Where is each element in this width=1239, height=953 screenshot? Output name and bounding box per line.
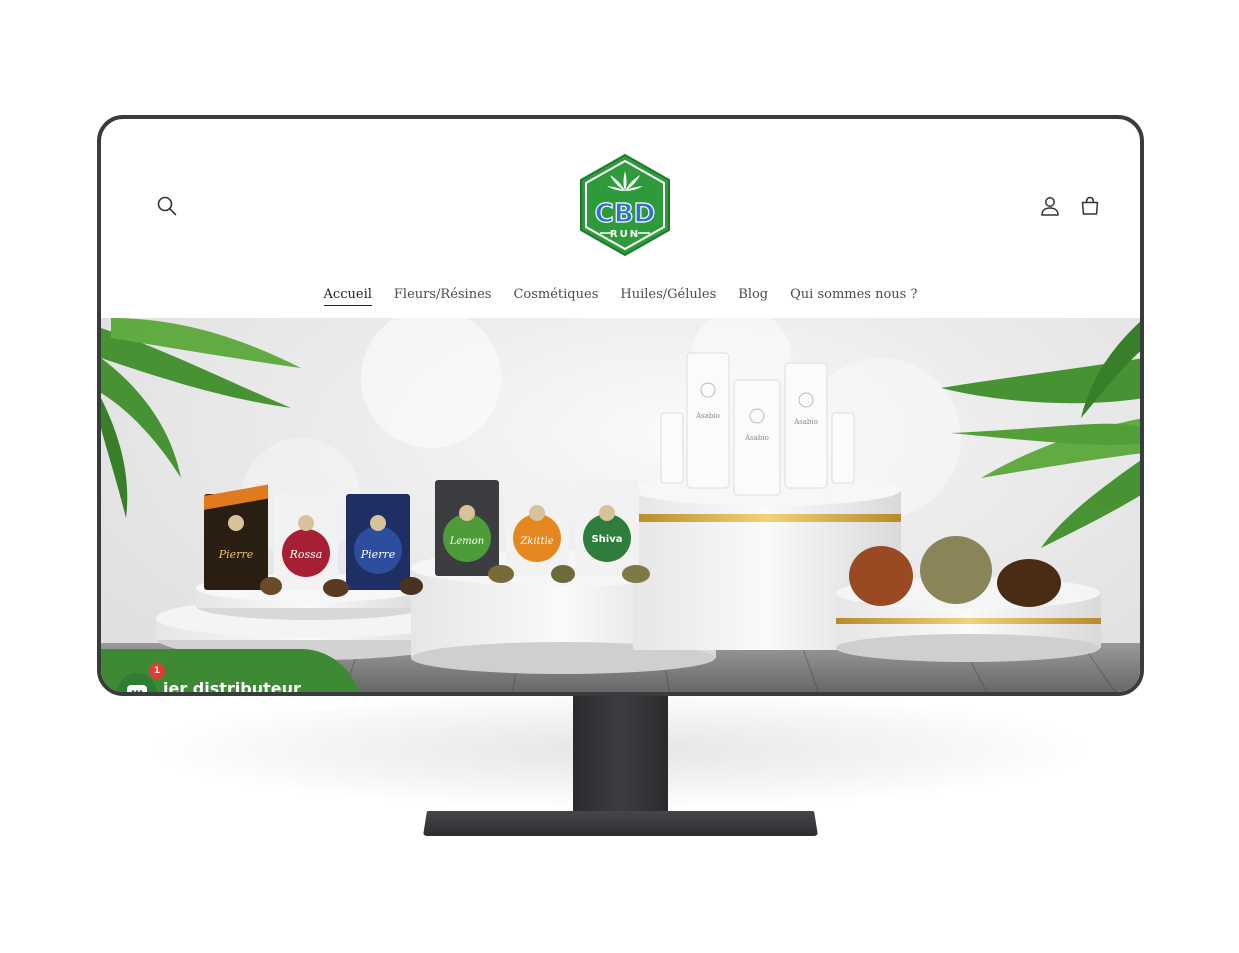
nav-item-huiles-gelules[interactable]: Huiles/Gélules	[620, 287, 716, 306]
bag-label: Rossa	[289, 548, 323, 561]
logo-main-text: CBD	[595, 199, 655, 229]
nav-item-blog[interactable]: Blog	[738, 287, 768, 306]
bag-label: Shiva	[591, 534, 622, 545]
promo-text: ier distributeur	[163, 679, 301, 696]
search-icon[interactable]	[156, 195, 178, 217]
product-bag[interactable]: Pierre	[204, 484, 268, 590]
product-bag[interactable]: Pierre	[346, 494, 410, 590]
site-header: CBD RUN Accueil Fleurs/Résines Cosmétiqu…	[101, 119, 1140, 319]
bag-label: Zkittle	[519, 536, 553, 547]
cannabis-leaf-right	[941, 321, 1140, 548]
monitor-screen: CBD RUN Accueil Fleurs/Résines Cosmétiqu…	[97, 115, 1144, 696]
product-bag[interactable]: Zkittle	[505, 480, 569, 576]
cbd-run-logo[interactable]: CBD RUN	[578, 153, 672, 257]
hero-illustration: Pierre Rossa Pierre Lemon Zkittle Shiva …	[101, 318, 1140, 692]
nav-item-accueil[interactable]: Accueil	[323, 287, 372, 306]
chat-icon	[127, 685, 147, 692]
cart-icon[interactable]	[1079, 195, 1101, 217]
product-bag[interactable]: Rossa	[274, 494, 338, 590]
tube-label: Asabio	[793, 418, 818, 426]
bag-label: Pierre	[218, 548, 254, 561]
notification-badge: 1	[149, 663, 165, 679]
main-nav: Accueil Fleurs/Résines Cosmétiques Huile…	[101, 287, 1140, 306]
bag-label: Lemon	[449, 536, 485, 547]
product-bag[interactable]: Lemon	[435, 480, 499, 576]
product-bag[interactable]: Shiva	[575, 480, 639, 576]
bag-label: Pierre	[360, 548, 396, 561]
monitor-stand-neck	[573, 696, 668, 814]
monitor-stand-base	[423, 811, 818, 836]
hero-banner[interactable]: Pierre Rossa Pierre Lemon Zkittle Shiva …	[101, 318, 1140, 692]
nav-item-fleurs-resines[interactable]: Fleurs/Résines	[394, 287, 492, 306]
nav-item-qui-sommes-nous[interactable]: Qui sommes nous ?	[790, 287, 917, 306]
logo-sub-text: RUN	[610, 229, 640, 240]
tube-label: Asabio	[695, 412, 720, 420]
tube-label: Asabio	[744, 434, 769, 442]
account-icon[interactable]	[1039, 195, 1061, 217]
resin-products[interactable]	[849, 536, 1061, 607]
nav-item-cosmetiques[interactable]: Cosmétiques	[513, 287, 598, 306]
